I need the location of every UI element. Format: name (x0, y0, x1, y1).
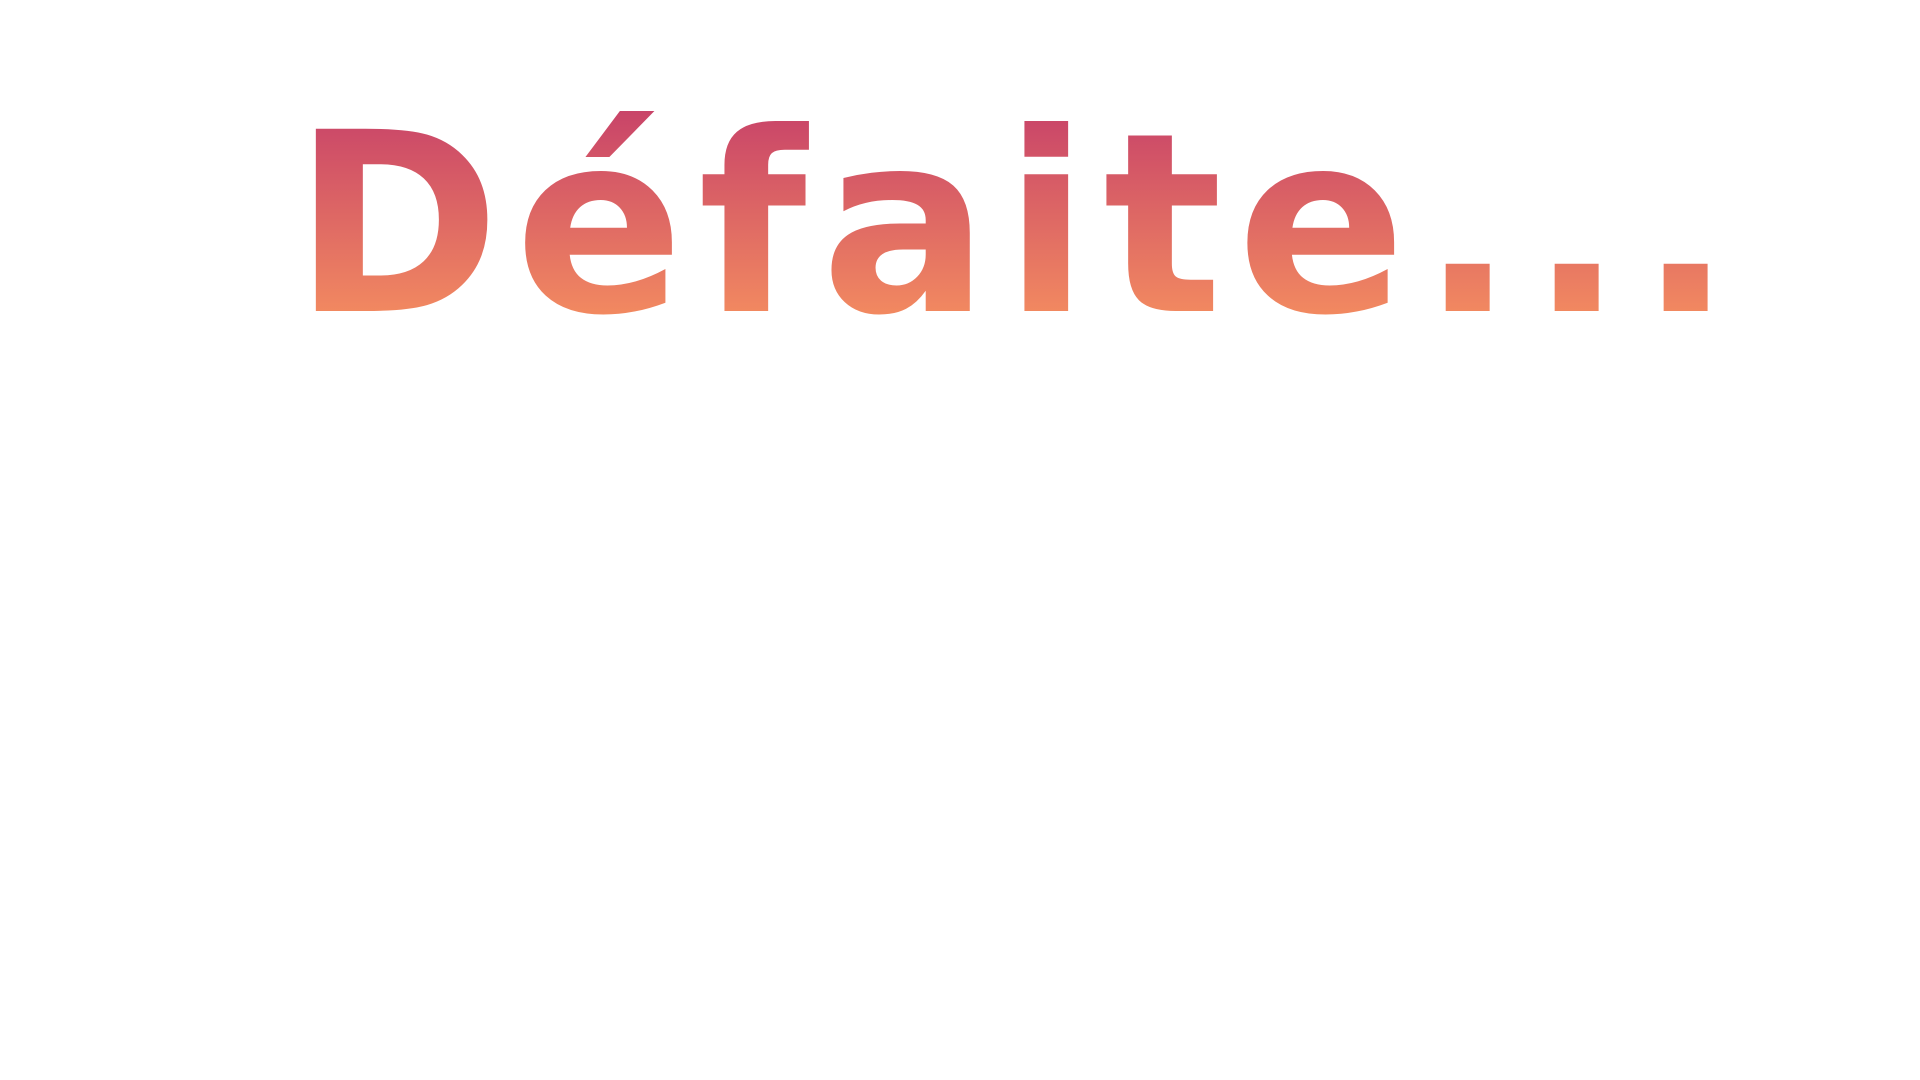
defeat-title: Défaite... (293, 79, 1733, 396)
defeat-screen: Défaite... (0, 0, 1920, 1080)
defeat-title-graphic: Défaite... (293, 79, 1733, 370)
defeat-title-text: Défaite... (293, 79, 1747, 370)
